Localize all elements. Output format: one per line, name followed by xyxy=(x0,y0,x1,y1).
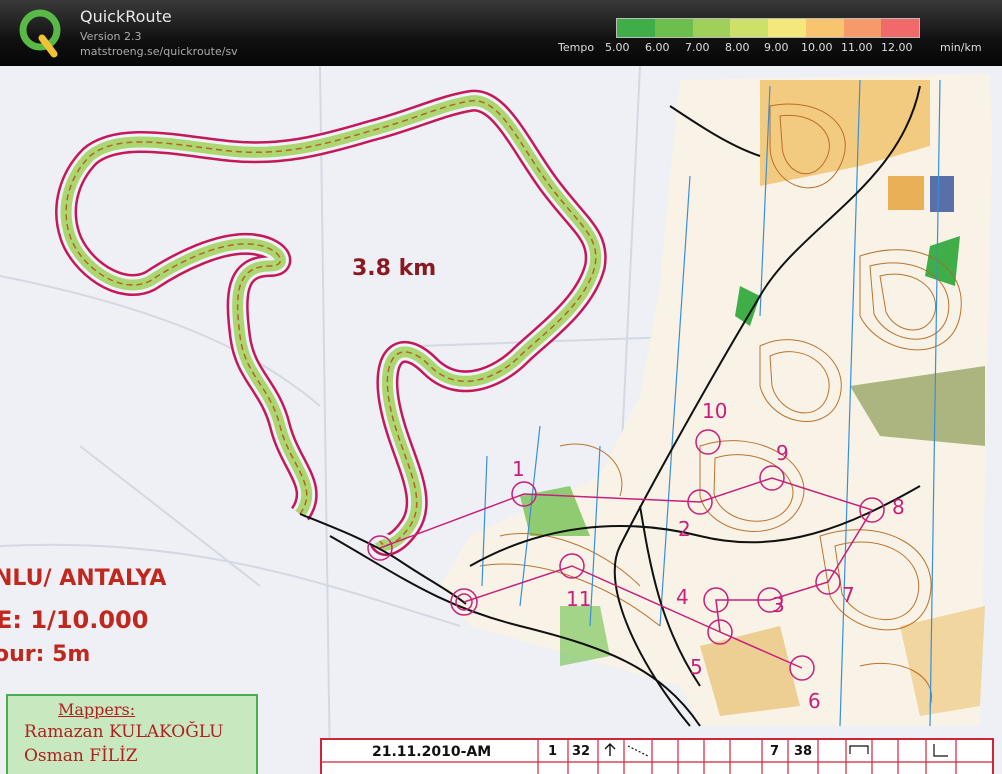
description-date: 21.11.2010-AM xyxy=(372,744,492,760)
control-description-table: 21.11.2010-AM 1 32 7 38 xyxy=(320,738,994,774)
control-label-10: 10 xyxy=(702,399,727,423)
mappers-heading: Mappers: xyxy=(58,700,136,719)
description-control-code: 32 xyxy=(572,744,591,759)
control-label-11: 11 xyxy=(566,587,591,611)
description-control-code: 38 xyxy=(794,744,813,759)
description-control-number: 1 xyxy=(548,744,558,759)
tempo-segment-3 xyxy=(692,19,731,37)
paper-creases xyxy=(0,66,701,774)
quickroute-viewer: QuickRoute Version 2.3 matstroeng.se/qui… xyxy=(0,0,1002,774)
control-label-5: 5 xyxy=(690,655,703,679)
tempo-segment-8 xyxy=(881,19,919,37)
tempo-segment-4 xyxy=(730,19,768,37)
tempo-tick-label: 8.00 xyxy=(725,41,750,54)
tempo-tick-label: 12.00 xyxy=(881,41,913,54)
app-url[interactable]: matstroeng.se/quickroute/sv xyxy=(80,45,238,58)
app-version: Version 2.3 xyxy=(80,30,142,43)
control-label-8: 8 xyxy=(892,495,905,519)
control-label-6: 6 xyxy=(808,689,821,713)
route-distance: 3.8 km xyxy=(352,256,437,281)
tempo-segment-5 xyxy=(768,19,806,37)
contour-interval: our: 5m xyxy=(0,642,91,667)
tempo-tick-label: 5.00 xyxy=(605,41,630,54)
control-label-2: 2 xyxy=(678,517,691,541)
quickroute-logo-icon xyxy=(19,9,61,58)
terrain-sheet xyxy=(329,74,992,727)
tempo-unit: min/km xyxy=(940,41,982,54)
control-label-9: 9 xyxy=(776,441,789,465)
mapper-name: Ramazan KULAKOĞLU xyxy=(24,722,224,742)
map-canvas[interactable]: 1 2 3 4 5 6 7 8 9 10 11 xyxy=(0,66,1002,774)
control-label-7: 7 xyxy=(842,583,855,607)
map-scale: E: 1/10.000 xyxy=(0,606,149,634)
control-label-3: 3 xyxy=(772,593,785,617)
tempo-tick-label: 6.00 xyxy=(645,41,670,54)
tempo-segment-2 xyxy=(654,19,693,37)
tempo-segment-6 xyxy=(805,19,844,37)
event-title: NLU/ ANTALYA xyxy=(0,566,167,591)
description-control-number: 7 xyxy=(770,744,780,759)
app-header: QuickRoute Version 2.3 matstroeng.se/qui… xyxy=(0,0,1002,66)
tempo-tick-label: 11.00 xyxy=(841,41,873,54)
mapper-name: Osman FİLİZ xyxy=(24,746,138,766)
app-name: QuickRoute xyxy=(80,7,172,26)
mappers-panel: Mappers: Ramazan KULAKOĞLU Osman FİLİZ xyxy=(6,694,258,774)
tempo-color-scale xyxy=(616,18,920,38)
control-label-1: 1 xyxy=(512,457,525,481)
tempo-tick-label: 9.00 xyxy=(764,41,789,54)
orienteering-map[interactable]: 1 2 3 4 5 6 7 8 9 10 11 3.8 km NLU/ ANTA… xyxy=(0,66,1002,774)
tempo-segment-7 xyxy=(843,19,882,37)
tempo-tick-label: 7.00 xyxy=(685,41,710,54)
tempo-segment-1 xyxy=(617,19,655,37)
tempo-label: Tempo xyxy=(558,41,595,54)
tempo-tick-label: 10.00 xyxy=(801,41,833,54)
control-label-4: 4 xyxy=(676,585,689,609)
